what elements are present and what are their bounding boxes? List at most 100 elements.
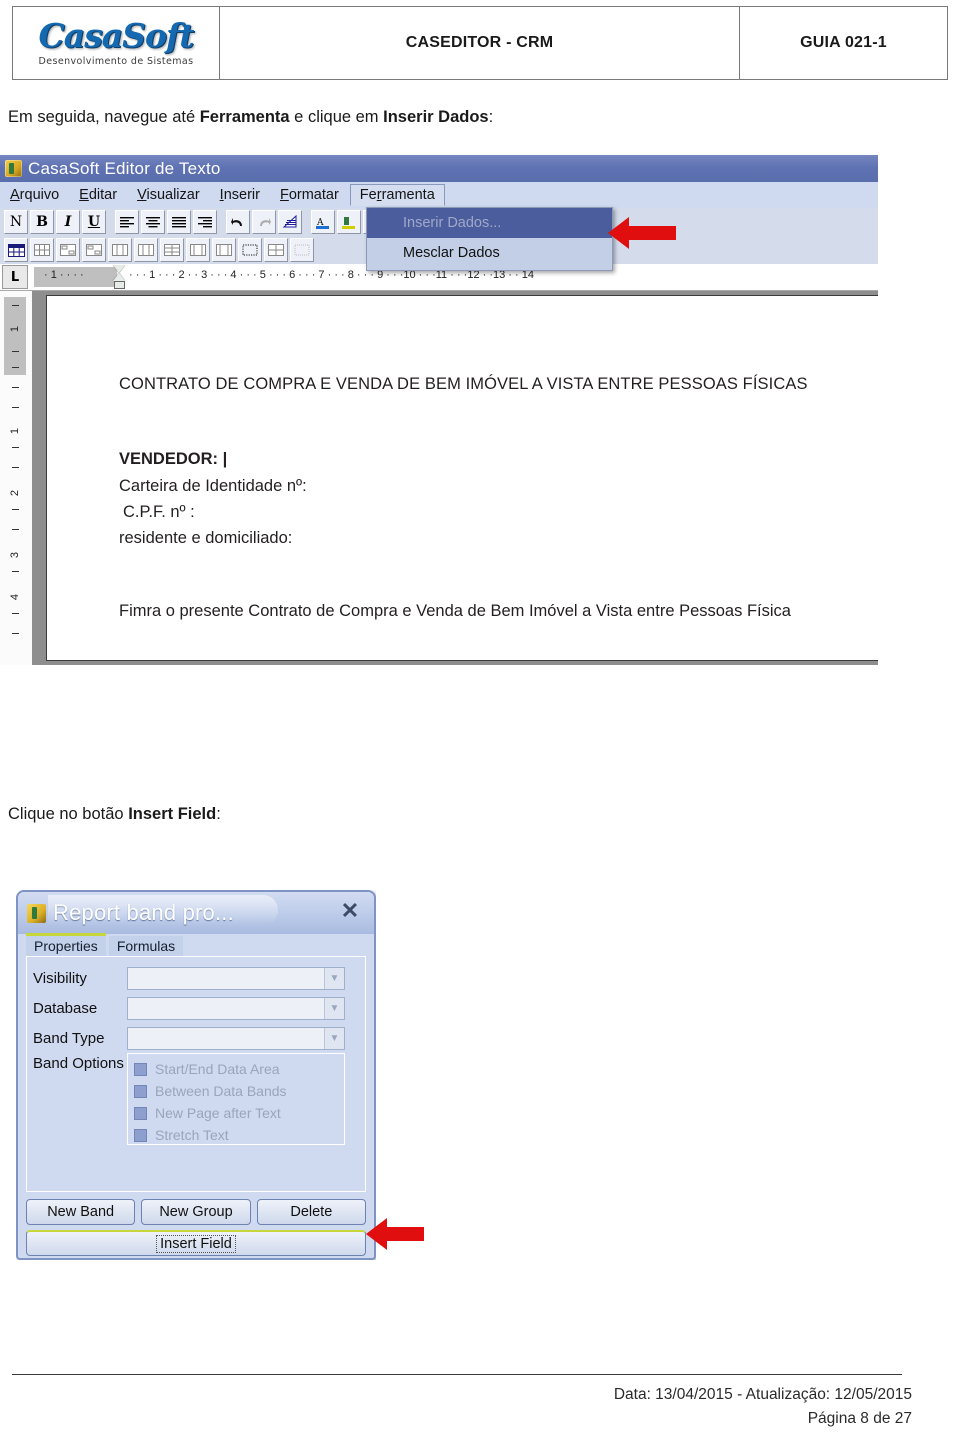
table-extra-icon[interactable] xyxy=(290,238,314,262)
dialog-button-row: New Band New Group Delete xyxy=(26,1199,366,1225)
field-band-type: Band Type ▼ xyxy=(33,1025,345,1051)
page-title: CASEDITOR - CRM xyxy=(405,34,554,51)
dialog-tabs: Properties Formulas xyxy=(26,933,186,956)
editor-menu-bar: AArquivorquivo Editar Visualizar Inserir… xyxy=(0,182,878,209)
editor-window-title: CasaSoft Editor de Texto xyxy=(28,158,221,178)
menu-formatar[interactable]: Formatar xyxy=(271,185,348,205)
insert-row-icon[interactable] xyxy=(160,238,184,262)
app-icon xyxy=(5,160,22,177)
highlight-icon[interactable] xyxy=(337,210,361,234)
delete-button[interactable]: Delete xyxy=(256,1199,366,1225)
red-arrow-annotation-insert-field xyxy=(366,1218,424,1250)
para2-text-b: Insert Field xyxy=(128,805,217,823)
menu-arquivo[interactable]: AArquivorquivo xyxy=(1,185,68,205)
vertical-ruler: 1 1 2 3 4 xyxy=(0,291,33,665)
doc-closing-line: Fimra o presente Contrato de Compra e Ve… xyxy=(119,602,791,620)
tab-properties[interactable]: Properties xyxy=(26,933,106,956)
italic-button[interactable]: I xyxy=(56,210,80,234)
table-grid-icon[interactable] xyxy=(30,238,54,262)
cell-borders-icon[interactable] xyxy=(238,238,262,262)
chevron-down-icon[interactable]: ▼ xyxy=(324,967,344,989)
editor-canvas[interactable]: CONTRATO DE COMPRA E VENDA DE BEM IMÓVEL… xyxy=(32,291,878,665)
database-combo[interactable]: ▼ xyxy=(127,996,345,1020)
editor-screenshot: CasaSoft Editor de Texto AArquivorquivo … xyxy=(0,155,878,665)
merge-cells-icon[interactable] xyxy=(56,238,80,262)
instruction-paragraph-1: Em seguida, navegue até Ferramenta e cli… xyxy=(8,108,493,127)
dialog-body: Visibility ▼ Database ▼ Band Type ▼ Band… xyxy=(26,956,366,1192)
option-label: New Page after Text xyxy=(155,1105,281,1121)
checkbox-icon[interactable] xyxy=(134,1106,147,1120)
band-type-combo[interactable]: ▼ xyxy=(127,1026,345,1050)
logo-tagline: Desenvolvimento de Sistemas xyxy=(38,56,194,68)
align-right-icon[interactable] xyxy=(193,210,217,234)
vruler-label-4: 3 xyxy=(9,551,21,559)
insert-column-left-icon[interactable] xyxy=(108,238,132,262)
ruler-tick-0: · 1 · · · · xyxy=(44,269,84,281)
option-between-data-bands[interactable]: Between Data Bands xyxy=(128,1080,344,1102)
redo-icon[interactable] xyxy=(252,210,276,234)
menu-item-mesclar-dados[interactable]: Mesclar Dados xyxy=(367,238,612,268)
menu-visualizar[interactable]: Visualizar xyxy=(128,185,209,205)
tab-stop-selector[interactable]: L xyxy=(2,265,28,289)
footer-page-number: Página 8 de 27 xyxy=(807,1410,912,1427)
normal-button[interactable]: N xyxy=(4,210,28,234)
new-group-button[interactable]: New Group xyxy=(141,1199,251,1225)
header-guia-cell: GUIA 021-1 xyxy=(740,7,947,79)
doc-identidade-line: Carteira de Identidade nº: xyxy=(119,477,307,495)
field-database: Database ▼ xyxy=(33,995,345,1021)
logo-wordmark: CasaSoft xyxy=(38,16,195,56)
underline-button[interactable]: U xyxy=(82,210,106,234)
font-color-icon[interactable]: A xyxy=(311,210,335,234)
guia-code: GUIA 021-1 xyxy=(800,34,887,51)
split-cells-icon[interactable] xyxy=(82,238,106,262)
insert-table-icon[interactable] xyxy=(4,238,28,262)
align-center-icon[interactable] xyxy=(141,210,165,234)
option-new-page-after-text[interactable]: New Page after Text xyxy=(128,1102,344,1124)
chevron-down-icon[interactable]: ▼ xyxy=(324,1027,344,1049)
paragraph-format-icon[interactable] xyxy=(278,210,302,234)
visibility-combo[interactable]: ▼ xyxy=(127,966,345,990)
band-options-label: Band Options xyxy=(33,1055,124,1072)
option-stretch-text[interactable]: Stretch Text xyxy=(128,1124,344,1146)
tab-formulas[interactable]: Formulas xyxy=(108,936,184,956)
indent-marker[interactable] xyxy=(113,265,126,289)
menu-editar[interactable]: Editar xyxy=(70,185,126,205)
align-left-icon[interactable] xyxy=(115,210,139,234)
vruler-label-2: 1 xyxy=(9,427,21,435)
align-justify-icon[interactable] xyxy=(167,210,191,234)
ferramenta-dropdown-menu[interactable]: Inserir Dados... Mesclar Dados xyxy=(366,207,613,271)
menu-ferramenta[interactable]: Ferramenta xyxy=(349,184,445,206)
table-properties-icon[interactable] xyxy=(264,238,288,262)
editor-title-bar: CasaSoft Editor de Texto xyxy=(0,155,878,182)
vruler-label-1: 1 xyxy=(9,325,21,333)
footer-date-line: Data: 13/04/2015 - Atualização: 12/05/20… xyxy=(613,1386,912,1403)
dialog-title-bar: Report band pro... ✕ xyxy=(18,892,374,934)
visibility-label: Visibility xyxy=(33,969,87,987)
para1-text-d: Inserir Dados xyxy=(383,108,489,126)
delete-row-icon[interactable] xyxy=(212,238,236,262)
chevron-down-icon[interactable]: ▼ xyxy=(324,997,344,1019)
option-start-end-data-area[interactable]: Start/End Data Area xyxy=(128,1058,344,1080)
para2-text-c: : xyxy=(216,805,221,823)
document-page[interactable]: CONTRATO DE COMPRA E VENDA DE BEM IMÓVEL… xyxy=(46,295,878,661)
menu-item-inserir-dados[interactable]: Inserir Dados... xyxy=(367,208,612,238)
vruler-label-3: 2 xyxy=(9,489,21,497)
doc-vendedor-line: VENDEDOR: | xyxy=(119,450,228,468)
footer-divider xyxy=(12,1374,902,1375)
new-band-button[interactable]: New Band xyxy=(26,1199,136,1225)
dialog-frame: Report band pro... ✕ Properties Formulas… xyxy=(16,890,376,1260)
option-label: Between Data Bands xyxy=(155,1083,287,1099)
delete-column-icon[interactable] xyxy=(186,238,210,262)
checkbox-icon[interactable] xyxy=(134,1128,147,1142)
checkbox-icon[interactable] xyxy=(134,1084,147,1098)
close-icon[interactable]: ✕ xyxy=(339,900,361,922)
checkbox-icon[interactable] xyxy=(134,1062,147,1076)
undo-icon[interactable] xyxy=(226,210,250,234)
insert-field-button[interactable]: Insert Field xyxy=(26,1230,366,1256)
insert-column-right-icon[interactable] xyxy=(134,238,158,262)
header-logo-cell: CasaSoft Desenvolvimento de Sistemas xyxy=(13,7,220,79)
bold-button[interactable]: B xyxy=(30,210,54,234)
report-band-properties-dialog: Report band pro... ✕ Properties Formulas… xyxy=(16,890,376,1260)
field-visibility: Visibility ▼ xyxy=(33,965,345,991)
menu-inserir[interactable]: Inserir xyxy=(211,185,269,205)
